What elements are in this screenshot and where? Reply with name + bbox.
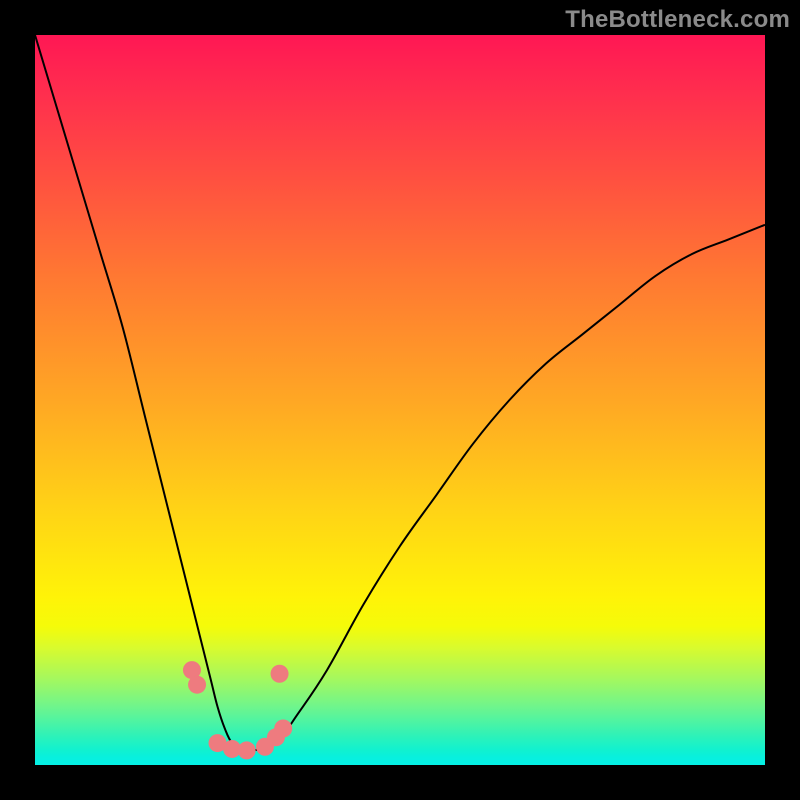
chart-frame: TheBottleneck.com [0, 0, 800, 800]
plot-area [35, 35, 765, 765]
curve-marker [238, 741, 256, 759]
curve-svg [35, 35, 765, 765]
curve-marker [188, 676, 206, 694]
bottleneck-curve [35, 35, 765, 751]
curve-markers [183, 661, 292, 759]
curve-marker [274, 720, 292, 738]
curve-marker [271, 665, 289, 683]
watermark-text: TheBottleneck.com [565, 6, 790, 34]
